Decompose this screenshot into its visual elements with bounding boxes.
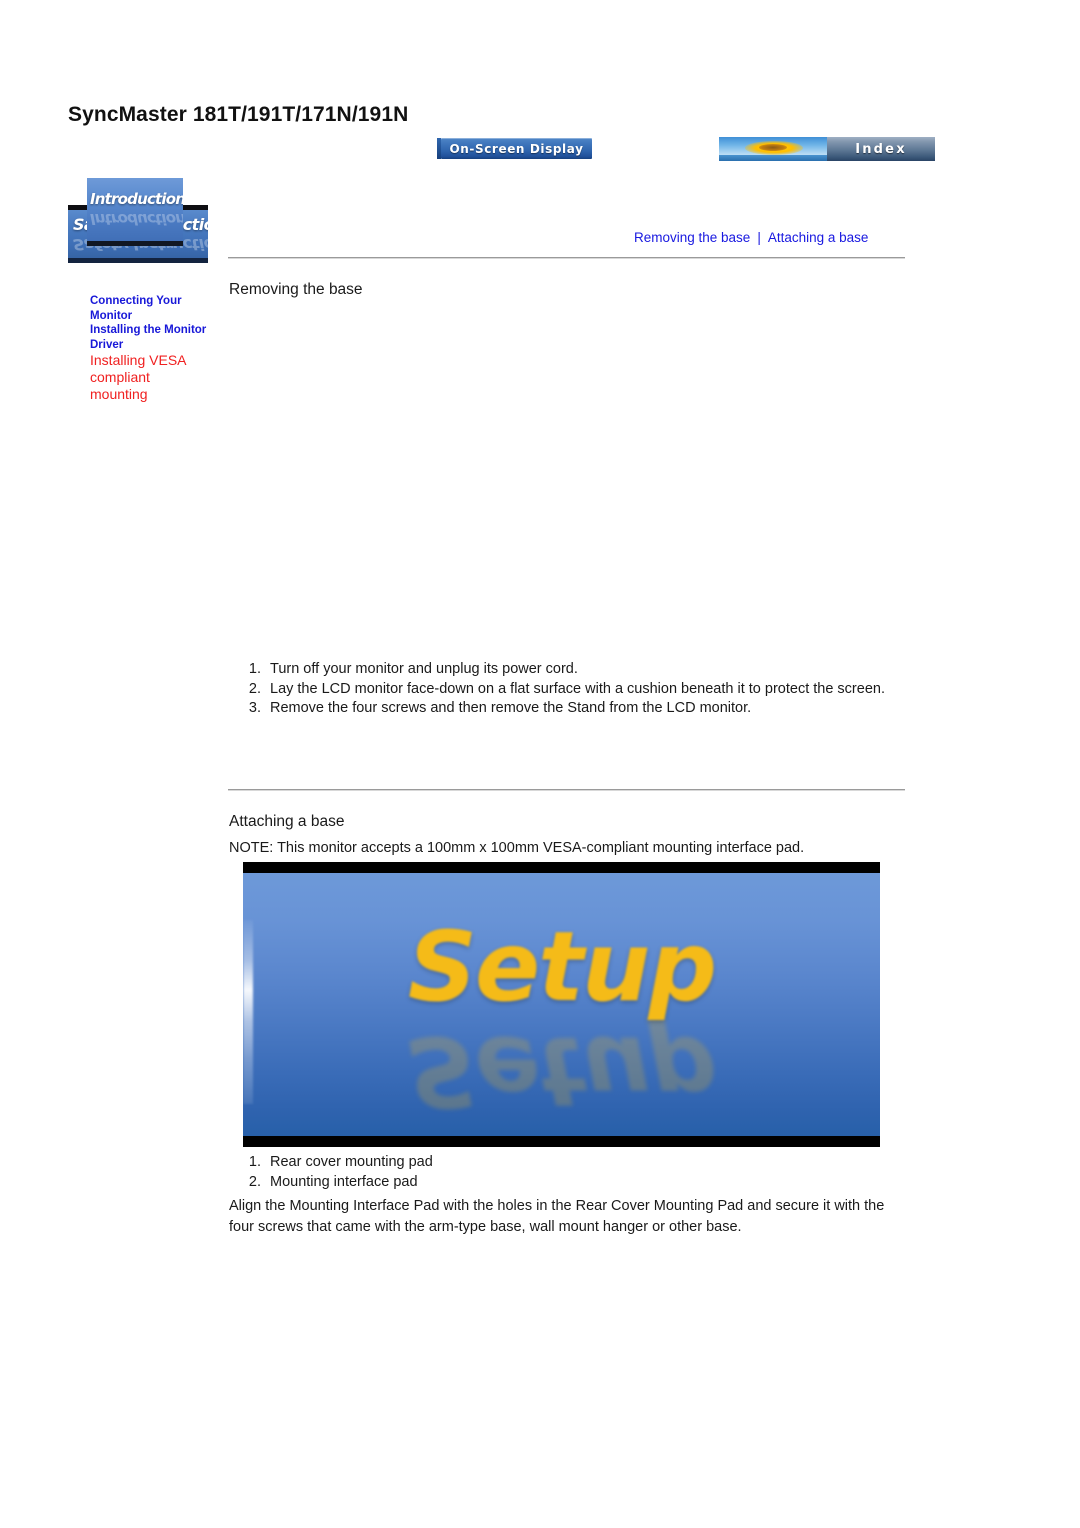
figure-letterbox-top	[243, 862, 880, 873]
list-item-text: Lay the LCD monitor face-down on a flat …	[270, 680, 885, 697]
attaching-items-list: 1. Rear cover mounting pad 2. Mounting i…	[235, 1153, 875, 1192]
banner-bottom-bar	[68, 258, 208, 263]
list-item-text: Rear cover mounting pad	[270, 1154, 433, 1170]
sidebar-item-connecting-your-monitor[interactable]: Connecting Your Monitor	[90, 294, 210, 323]
list-item-text: Mounting interface pad	[270, 1173, 418, 1190]
setup-figure-image: Setup Setup	[243, 862, 880, 1147]
section-heading-removing-the-base: Removing the base	[229, 281, 363, 298]
breadcrumb-separator: |	[757, 230, 761, 245]
index-button-label: Index	[855, 141, 907, 157]
figure-word-setup: Setup	[407, 911, 717, 1023]
list-item-number: 2.	[248, 1173, 261, 1190]
list-item-number: 3.	[248, 700, 261, 716]
list-item: 1. Rear cover mounting pad	[235, 1153, 875, 1173]
banner-intro-bottom-bar	[87, 241, 183, 246]
vesa-note-text: NOTE: This monitor accepts a 100mm x 100…	[229, 840, 805, 856]
sidebar-item-installing-the-monitor-driver[interactable]: Installing the Monitor Driver	[90, 323, 210, 352]
list-item-number: 1.	[248, 1154, 261, 1170]
breadcrumb-link-attaching-a-base[interactable]: Attaching a base	[768, 230, 869, 245]
list-item: 2. Mounting interface pad	[235, 1173, 875, 1193]
on-screen-display-button-label: On-Screen Display	[449, 141, 584, 156]
breadcrumb: Removing the base | Attaching a base	[634, 230, 868, 245]
list-item-text: Turn off your monitor and unplug its pow…	[270, 661, 578, 677]
list-item-number: 2.	[248, 680, 261, 697]
figure-word-reflection: Setup	[407, 1015, 716, 1127]
list-item-text: Remove the four screws and then remove t…	[270, 700, 752, 716]
sidebar-banner-introduction-reflection: Introduction	[90, 210, 183, 228]
sidebar-banner-introduction-label: Introduction	[90, 190, 183, 208]
list-item-number: 1.	[248, 661, 261, 677]
attaching-closing-paragraph: Align the Mounting Interface Pad with th…	[229, 1198, 885, 1235]
sidebar-item-installing-vesa-compliant-mounting[interactable]: Installing VESA compliant mounting	[90, 352, 210, 403]
figure-letterbox-bottom	[243, 1136, 880, 1147]
index-button[interactable]: Index	[719, 137, 935, 161]
divider-top	[228, 257, 905, 259]
horizon-strip-icon	[719, 155, 827, 161]
list-item: 2. Lay the LCD monitor face-down on a fl…	[235, 680, 895, 700]
breadcrumb-link-removing-the-base[interactable]: Removing the base	[634, 230, 750, 245]
removing-steps-list: 1. Turn off your monitor and unplug its …	[235, 660, 895, 719]
divider-middle	[228, 789, 905, 791]
figure-canvas: Setup Setup	[243, 873, 880, 1136]
sidebar-banner-introduction[interactable]: Introduction Introduction	[87, 178, 183, 246]
sun-core-icon	[759, 144, 787, 151]
list-item: 3. Remove the four screws and then remov…	[235, 699, 895, 719]
section-heading-attaching-a-base: Attaching a base	[229, 813, 345, 830]
index-button-plate: Index	[827, 137, 935, 161]
index-thumbnail-icon	[719, 137, 827, 161]
on-screen-display-button[interactable]: On-Screen Display	[437, 138, 592, 159]
list-item: 1. Turn off your monitor and unplug its …	[235, 660, 895, 680]
sidebar-link-list: Connecting Your Monitor Installing the M…	[90, 294, 210, 403]
page-title: SyncMaster 181T/191T/171N/191N	[68, 103, 409, 126]
